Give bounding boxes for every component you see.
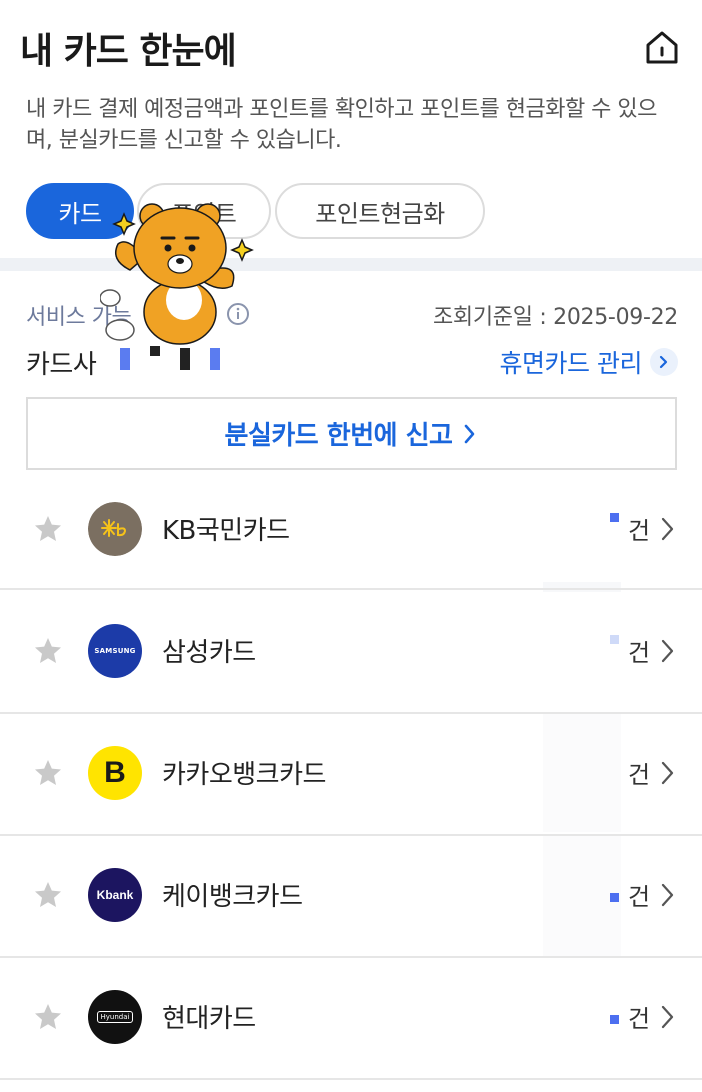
section-divider bbox=[0, 258, 702, 271]
report-lost-card-label: 분실카드 한번에 신고 bbox=[224, 421, 453, 451]
masked-count bbox=[610, 1015, 619, 1024]
page-title: 내 카드 한눈에 bbox=[20, 31, 237, 72]
kbank-logo: Kbank bbox=[88, 868, 142, 922]
card-row-samsung[interactable]: SAMSUNG 삼성카드 건 bbox=[0, 592, 702, 714]
count-unit: 건 bbox=[628, 517, 651, 545]
count-unit: 건 bbox=[628, 883, 651, 911]
chevron-right-icon bbox=[661, 1005, 674, 1029]
chevron-right-icon bbox=[661, 761, 674, 785]
samsung-logo-text: SAMSUNG bbox=[94, 647, 136, 655]
info-icon[interactable] bbox=[226, 302, 250, 326]
chevron-right-icon bbox=[465, 424, 475, 443]
card-name: 삼성카드 bbox=[162, 638, 256, 668]
chevron-right-icon bbox=[661, 883, 674, 907]
card-name: 케이뱅크카드 bbox=[162, 882, 303, 912]
service-available-label: 서비스 가능 bbox=[26, 305, 132, 330]
dormant-card-manage-label: 휴면카드 관리 bbox=[499, 349, 643, 378]
masked-count bbox=[150, 346, 160, 356]
hyundai-logo-text: Hyundai bbox=[96, 1011, 134, 1023]
report-lost-card-button[interactable]: 분실카드 한번에 신고 bbox=[26, 397, 677, 470]
tab-card[interactable]: 카드 bbox=[26, 183, 134, 239]
card-row-kb[interactable]: KB국민카드 건 bbox=[0, 468, 702, 590]
masked-count bbox=[610, 513, 619, 522]
masked-count bbox=[610, 635, 619, 644]
star-icon[interactable] bbox=[33, 1002, 63, 1032]
card-name: 현대카드 bbox=[162, 1004, 256, 1034]
count-unit: 건 bbox=[628, 761, 651, 789]
card-row-kbank[interactable]: Kbank 케이뱅크카드 건 bbox=[0, 836, 702, 958]
masked-count bbox=[120, 348, 130, 370]
star-icon[interactable] bbox=[33, 758, 63, 788]
home-icon[interactable] bbox=[642, 28, 682, 68]
tab-point-cash[interactable]: 포인트현금화 bbox=[275, 183, 485, 239]
star-icon[interactable] bbox=[33, 636, 63, 666]
card-row-kakaobank[interactable]: B 카카오뱅크카드 건 bbox=[0, 714, 702, 836]
count-unit: 건 bbox=[628, 1005, 651, 1033]
card-name: KB국민카드 bbox=[162, 516, 290, 546]
masked-count bbox=[210, 348, 220, 370]
hyundai-logo: Hyundai bbox=[88, 990, 142, 1044]
kb-logo bbox=[88, 502, 142, 556]
page-description: 내 카드 결제 예정금액과 포인트를 확인하고 포인트를 현금화할 수 있으며,… bbox=[26, 97, 657, 153]
chevron-right-icon bbox=[661, 517, 674, 541]
masked-count bbox=[180, 348, 190, 370]
card-company-label: 카드사 bbox=[26, 350, 97, 380]
chevron-right-icon bbox=[650, 348, 678, 376]
kakaobank-logo-text: B bbox=[104, 756, 126, 789]
kakaobank-logo: B bbox=[88, 746, 142, 800]
card-row-hyundai[interactable]: Hyundai 현대카드 건 bbox=[0, 958, 702, 1080]
star-icon[interactable] bbox=[33, 880, 63, 910]
card-name: 카카오뱅크카드 bbox=[162, 760, 326, 790]
masked-count bbox=[610, 893, 619, 902]
card-list-header: 카드사 휴면카드 관리 bbox=[26, 342, 678, 382]
header: 내 카드 한눈에 bbox=[0, 0, 702, 90]
samsung-logo: SAMSUNG bbox=[88, 624, 142, 678]
meta-row: 서비스 가능 조회기준일 : 2025-09-22 bbox=[26, 297, 678, 331]
star-icon[interactable] bbox=[33, 514, 63, 544]
count-unit: 건 bbox=[628, 639, 651, 667]
tab-point[interactable]: 포인트 bbox=[137, 183, 271, 239]
kbank-logo-text: Kbank bbox=[96, 888, 134, 902]
chevron-right-icon bbox=[661, 639, 674, 663]
base-date: 조회기준일 : 2025-09-22 bbox=[432, 305, 678, 330]
dormant-card-manage-link[interactable]: 휴면카드 관리 bbox=[500, 344, 678, 380]
